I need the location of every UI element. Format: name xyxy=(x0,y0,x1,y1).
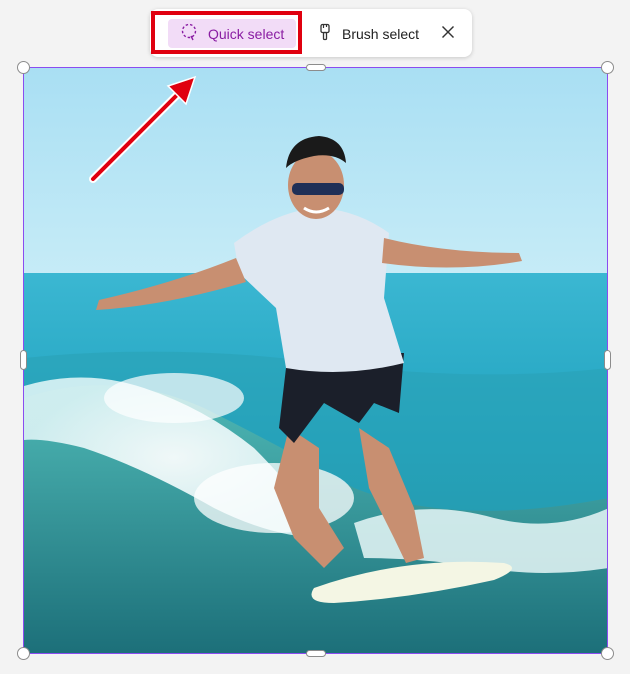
resize-handle-right[interactable] xyxy=(604,350,611,370)
resize-handle-left[interactable] xyxy=(20,350,27,370)
resize-handle-top[interactable] xyxy=(306,64,326,71)
resize-handle-bottom-right[interactable] xyxy=(601,647,614,660)
image-canvas[interactable] xyxy=(23,67,608,654)
brush-icon xyxy=(318,23,332,44)
highlight-annotation-box xyxy=(151,11,302,54)
close-button[interactable] xyxy=(436,19,460,48)
brush-select-button[interactable]: Brush select xyxy=(314,19,423,48)
brush-select-label: Brush select xyxy=(342,25,420,42)
resize-handle-bottom-left[interactable] xyxy=(17,647,30,660)
surfer-photo xyxy=(24,68,607,653)
resize-handle-top-left[interactable] xyxy=(17,61,30,74)
resize-handle-top-right[interactable] xyxy=(601,61,614,74)
resize-handle-bottom[interactable] xyxy=(306,650,326,657)
close-icon xyxy=(441,25,455,42)
